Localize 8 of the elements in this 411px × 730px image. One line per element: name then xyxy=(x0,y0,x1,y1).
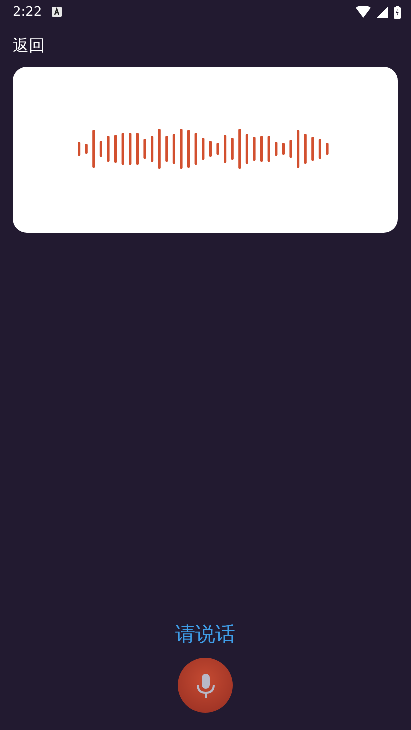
battery-icon xyxy=(394,6,401,18)
prompt-text: 请说话 xyxy=(176,621,236,648)
notification-icon xyxy=(52,7,62,17)
status-time: 2:22 xyxy=(13,4,42,20)
signal-icon xyxy=(377,6,388,18)
microphone-icon xyxy=(196,672,216,698)
back-button[interactable]: 返回 xyxy=(12,34,46,59)
wifi-icon xyxy=(356,6,371,18)
